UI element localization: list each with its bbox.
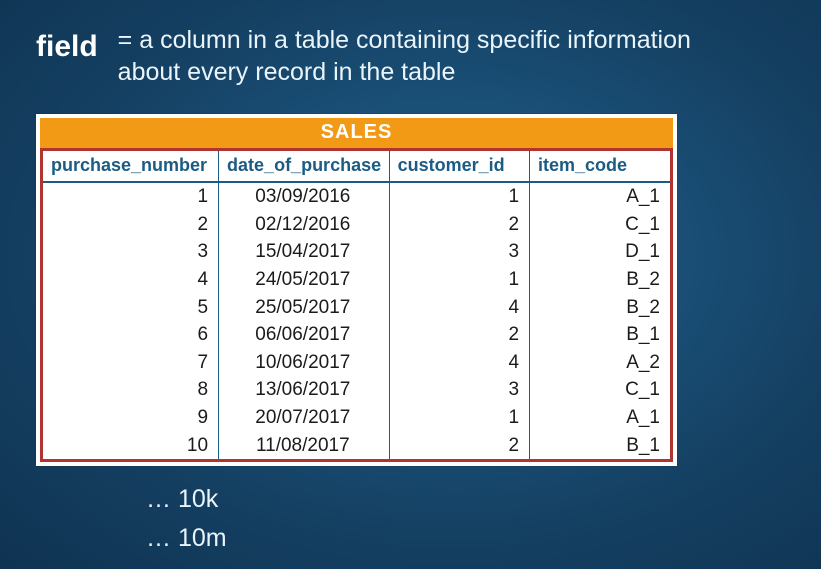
table-row: 7 10/06/2017 4 A_2: [43, 349, 670, 377]
cell-date-of-purchase: 25/05/2017: [219, 294, 390, 322]
note-10k: … 10k: [146, 480, 791, 519]
cell-customer-id: 1: [389, 266, 529, 294]
cell-item-code: A_2: [530, 349, 670, 377]
cell-purchase-number: 9: [43, 404, 219, 432]
cell-purchase-number: 10: [43, 432, 219, 460]
cell-purchase-number: 3: [43, 238, 219, 266]
heading: field = a column in a table containing s…: [36, 24, 791, 88]
cell-customer-id: 4: [389, 294, 529, 322]
cell-customer-id: 4: [389, 349, 529, 377]
col-customer-id: customer_id: [389, 151, 529, 182]
cell-purchase-number: 6: [43, 321, 219, 349]
cell-customer-id: 1: [389, 404, 529, 432]
table-row: 9 20/07/2017 1 A_1: [43, 404, 670, 432]
cell-purchase-number: 4: [43, 266, 219, 294]
col-item-code: item_code: [530, 151, 670, 182]
cell-item-code: B_2: [530, 266, 670, 294]
table-row: 3 15/04/2017 3 D_1: [43, 238, 670, 266]
cell-item-code: D_1: [530, 238, 670, 266]
cell-customer-id: 1: [389, 182, 529, 211]
cell-date-of-purchase: 03/09/2016: [219, 182, 390, 211]
cell-date-of-purchase: 02/12/2016: [219, 211, 390, 239]
cell-date-of-purchase: 15/04/2017: [219, 238, 390, 266]
sales-table-box: purchase_number date_of_purchase custome…: [40, 148, 673, 462]
cell-item-code: B_2: [530, 294, 670, 322]
note-10m: … 10m: [146, 519, 791, 558]
cell-purchase-number: 7: [43, 349, 219, 377]
col-date-of-purchase: date_of_purchase: [219, 151, 390, 182]
cell-customer-id: 2: [389, 211, 529, 239]
cell-date-of-purchase: 10/06/2017: [219, 349, 390, 377]
sales-table-title: SALES: [40, 118, 673, 148]
cell-item-code: B_1: [530, 432, 670, 460]
term-definition: = a column in a table containing specifi…: [118, 24, 758, 88]
cell-purchase-number: 2: [43, 211, 219, 239]
cell-date-of-purchase: 06/06/2017: [219, 321, 390, 349]
table-row: 5 25/05/2017 4 B_2: [43, 294, 670, 322]
cell-date-of-purchase: 11/08/2017: [219, 432, 390, 460]
table-row: 4 24/05/2017 1 B_2: [43, 266, 670, 294]
table-header-row: purchase_number date_of_purchase custome…: [43, 151, 670, 182]
cell-purchase-number: 1: [43, 182, 219, 211]
table-row: 2 02/12/2016 2 C_1: [43, 211, 670, 239]
table-row: 1 03/09/2016 1 A_1: [43, 182, 670, 211]
table-row: 8 13/06/2017 3 C_1: [43, 376, 670, 404]
cell-date-of-purchase: 13/06/2017: [219, 376, 390, 404]
footer-notes: … 10k … 10m: [146, 480, 791, 558]
cell-item-code: B_1: [530, 321, 670, 349]
table-row: 10 11/08/2017 2 B_1: [43, 432, 670, 460]
cell-purchase-number: 5: [43, 294, 219, 322]
cell-customer-id: 3: [389, 238, 529, 266]
table-row: 6 06/06/2017 2 B_1: [43, 321, 670, 349]
col-purchase-number: purchase_number: [43, 151, 219, 182]
cell-purchase-number: 8: [43, 376, 219, 404]
cell-date-of-purchase: 24/05/2017: [219, 266, 390, 294]
slide: field = a column in a table containing s…: [0, 0, 821, 569]
cell-item-code: C_1: [530, 211, 670, 239]
term-label: field: [36, 24, 98, 63]
cell-customer-id: 2: [389, 432, 529, 460]
cell-customer-id: 2: [389, 321, 529, 349]
cell-item-code: A_1: [530, 404, 670, 432]
cell-item-code: C_1: [530, 376, 670, 404]
cell-item-code: A_1: [530, 182, 670, 211]
cell-customer-id: 3: [389, 376, 529, 404]
sales-table-container: SALES purchase_number date_of_purchase c…: [36, 114, 677, 466]
sales-table: purchase_number date_of_purchase custome…: [43, 151, 670, 459]
cell-date-of-purchase: 20/07/2017: [219, 404, 390, 432]
